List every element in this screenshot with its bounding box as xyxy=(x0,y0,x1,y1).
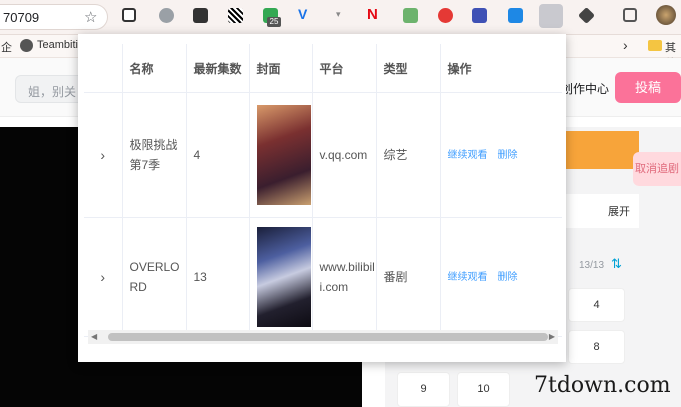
extension-dark-icon[interactable] xyxy=(193,8,208,23)
extension-popup: 名称 最新集数 封面 平台 类型 操作 › 极限挑战第7季 4 v.qq.com… xyxy=(78,34,566,362)
extension-red-icon[interactable] xyxy=(438,8,453,23)
scroll-left-arrow-icon[interactable]: ◀ xyxy=(91,330,97,344)
column-header: 平台 xyxy=(312,44,377,93)
expand-button[interactable]: 展开 xyxy=(608,203,630,219)
pocket-icon[interactable] xyxy=(122,8,136,22)
dropdown-small-icon[interactable]: ▾ xyxy=(336,9,351,24)
extensions-puzzle-icon[interactable] xyxy=(623,8,637,22)
latest-episode: 13 xyxy=(186,217,250,337)
follow-bar[interactable] xyxy=(566,131,639,169)
delete-link[interactable]: 删除 xyxy=(498,150,518,161)
column-header: 类型 xyxy=(376,44,441,93)
column-header: 最新集数 xyxy=(186,44,250,93)
extension-blue-icon[interactable] xyxy=(508,8,523,23)
continue-watching-link[interactable]: 继续观看 xyxy=(448,272,488,283)
extension-house-icon[interactable] xyxy=(403,8,418,23)
continue-watching-link[interactable]: 继续观看 xyxy=(448,150,488,161)
cover-cell xyxy=(249,92,313,218)
watermark-text: 7tdown.com xyxy=(534,373,671,398)
column-header: 操作 xyxy=(440,44,562,93)
platform: v.qq.com xyxy=(312,92,377,218)
expand-row-chevron-icon[interactable]: › xyxy=(84,92,123,218)
qr-code-icon[interactable] xyxy=(228,8,243,23)
address-bar[interactable]: 70709 ☆ xyxy=(0,4,108,30)
episode-button[interactable]: 9 xyxy=(397,372,450,407)
bookmark-partial-icon[interactable]: 企 xyxy=(1,39,12,55)
browser-toolbar: 70709 ☆ 25 V ▾ N xyxy=(0,0,681,35)
extension-badge: 25 xyxy=(267,17,281,27)
delete-link[interactable]: 删除 xyxy=(498,272,518,283)
episode-progress: 13/13 xyxy=(579,260,605,271)
column-header: 封面 xyxy=(249,44,313,93)
bookmarks-chevron-icon[interactable]: › xyxy=(623,37,628,53)
horizontal-scrollbar[interactable]: ◀ ▶ xyxy=(88,330,558,344)
episode-button[interactable]: 8 xyxy=(568,330,625,364)
show-type: 番剧 xyxy=(376,217,441,337)
address-text: 70709 xyxy=(3,10,40,25)
extension-cube-icon[interactable] xyxy=(578,7,595,24)
v-extension-icon[interactable]: V xyxy=(298,6,313,22)
site-search-input[interactable]: 姐，别关 xyxy=(15,75,85,103)
post-button[interactable]: 投稿 xyxy=(615,72,681,103)
watch-list-table: 名称 最新集数 封面 平台 类型 操作 › 极限挑战第7季 4 v.qq.com… xyxy=(84,44,562,337)
cover-cell xyxy=(249,217,313,337)
expand-row-chevron-icon[interactable]: › xyxy=(84,217,123,337)
cover-image xyxy=(256,227,311,327)
active-extension-icon[interactable] xyxy=(539,4,563,28)
platform: www.bilibili.com xyxy=(312,217,377,337)
extension-jh-icon[interactable] xyxy=(472,8,487,23)
actions-cell: 继续观看 删除 xyxy=(440,217,562,337)
profile-avatar[interactable] xyxy=(656,5,676,25)
latest-episode: 4 xyxy=(186,92,250,218)
netflix-icon[interactable]: N xyxy=(367,6,382,23)
scroll-right-arrow-icon[interactable]: ▶ xyxy=(549,330,555,344)
actions-cell: 继续观看 删除 xyxy=(440,92,562,218)
extension-circle-icon[interactable] xyxy=(159,8,174,23)
table-header-row: 名称 最新集数 封面 平台 类型 操作 xyxy=(84,44,562,93)
cancel-follow-button[interactable]: 取消追剧 xyxy=(633,152,681,186)
table-row: › 极限挑战第7季 4 v.qq.com 综艺 继续观看 删除 xyxy=(84,92,562,218)
creator-center-link[interactable]: 创作中心 xyxy=(561,80,609,97)
table-row: › OVERLORD 13 www.bilibili.com 番剧 继续观看 删除 xyxy=(84,217,562,337)
column-header: 名称 xyxy=(122,44,187,93)
teambition-icon xyxy=(20,39,33,52)
folder-icon xyxy=(648,40,662,51)
bookmark-star-icon[interactable]: ☆ xyxy=(84,8,97,26)
show-name: 极限挑战第7季 xyxy=(122,92,187,218)
show-name: OVERLORD xyxy=(122,217,187,337)
show-type: 综艺 xyxy=(376,92,441,218)
episode-button[interactable]: 10 xyxy=(457,372,510,407)
column-expand xyxy=(84,44,123,93)
cover-image xyxy=(256,105,311,205)
sort-icon[interactable]: ⇅ xyxy=(611,256,622,272)
scrollbar-thumb[interactable] xyxy=(108,333,548,341)
episode-button[interactable]: 4 xyxy=(568,288,625,322)
